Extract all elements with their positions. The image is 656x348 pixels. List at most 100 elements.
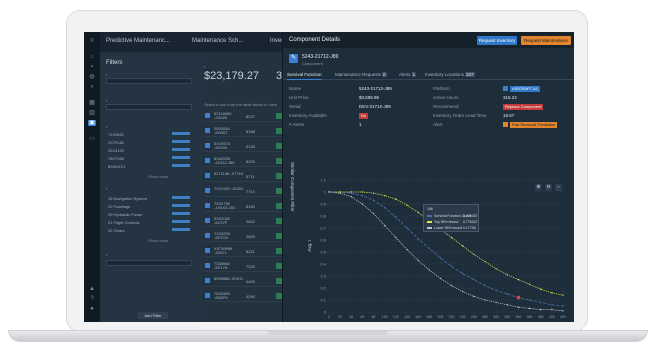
- show-more-link[interactable]: Show more: [148, 238, 168, 243]
- series-point: [462, 290, 464, 293]
- menu-icon[interactable]: ≡: [88, 38, 96, 44]
- grid-icon[interactable]: ▦: [88, 100, 96, 106]
- x-tick-label: 200: [438, 315, 444, 319]
- row-checkbox[interactable]: [205, 158, 210, 163]
- add-filter-button[interactable]: Add Filter: [138, 312, 168, 319]
- series-point: [395, 236, 397, 239]
- row-checkbox[interactable]: [205, 203, 210, 208]
- row-checkbox[interactable]: [205, 173, 210, 178]
- prop-value: DEV-21712-J89: [359, 104, 391, 109]
- row-value: 8160: [246, 204, 255, 209]
- filter-bar: [172, 212, 190, 215]
- row-checkbox[interactable]: [205, 278, 210, 283]
- filter-item[interactable]: 8X8XXX1: [108, 164, 125, 169]
- part-number: 5939858 -9X57L: [214, 276, 244, 281]
- filter-item[interactable]: 32 Gears: [108, 228, 124, 233]
- request-maintenance-button[interactable]: Request Maintenance: [521, 36, 571, 45]
- series-point: [551, 292, 553, 294]
- prop-value: $3,599.95: [359, 95, 380, 100]
- series-point: [428, 247, 430, 250]
- alert-icon[interactable]: ▲: [88, 286, 96, 292]
- show-more-link[interactable]: Show more: [148, 174, 168, 179]
- series-value: 0.776347: [463, 220, 478, 224]
- request-inventory-button[interactable]: Request Inventory: [477, 36, 517, 45]
- series-point: [361, 203, 364, 205]
- user-icon[interactable]: ●: [88, 306, 96, 312]
- row-checkbox[interactable]: [205, 233, 210, 238]
- y-tick-label: 0.1: [320, 298, 326, 303]
- app-screen: ≡ ⌂ ▪ ◍ ⌕ ▦ ▥ ▣ ▭ ▲ ? ● Predictive Maint…: [84, 32, 574, 322]
- tab-maintenance-schedule[interactable]: Maintenance Sch...: [192, 38, 243, 44]
- folder-icon[interactable]: ▪: [88, 64, 96, 70]
- filter-select[interactable]: [106, 78, 192, 84]
- survival-function-chart[interactable]: 0 0.1 0.2 0.3 0.4 0.5 0.6 0.7 0.8 0.9 1 1.1 0 20 40 60 8…: [305, 172, 571, 322]
- similar-component-filter-tab[interactable]: Similar Component Filter: [287, 158, 295, 254]
- filter-item[interactable]: 78X7956: [108, 156, 124, 161]
- series-name: Top 95% bound: [434, 220, 459, 224]
- row-checkbox[interactable]: [205, 263, 210, 268]
- row-checkbox[interactable]: [205, 128, 210, 133]
- kpi-value: $23,179.27: [204, 70, 260, 82]
- highlight-point: [516, 295, 521, 300]
- tab-predictive-maintenance[interactable]: Predictive Maintenanc...: [106, 38, 170, 44]
- filter-item[interactable]: 22 Fuselage: [108, 204, 130, 209]
- filters-panel: Filters ▪ ▪ ▪ 71X0651 2X79181 26X4129 78…: [102, 56, 202, 322]
- row-checkbox[interactable]: [205, 248, 210, 253]
- y-axis-label: Avg. t: [307, 240, 312, 252]
- filter-select[interactable]: [106, 260, 192, 266]
- row-value: 2822: [246, 219, 255, 224]
- table-hint: Select a row from the table below to vie…: [204, 102, 277, 107]
- tab-survival-function[interactable]: Survival Function: [287, 72, 322, 80]
- series-point: [417, 211, 419, 214]
- home-icon[interactable]: ⌂: [88, 54, 96, 60]
- x-tick-label: 400: [549, 315, 555, 319]
- globe-icon[interactable]: ◍: [88, 74, 96, 80]
- filter-item[interactable]: 29 Hydraulic Power: [108, 212, 143, 217]
- tab-alerts[interactable]: Alerts 1: [399, 72, 417, 77]
- filter-label: ▪: [106, 252, 108, 257]
- briefcase-icon[interactable]: ▭: [88, 136, 96, 142]
- row-checkbox[interactable]: [205, 293, 210, 298]
- tab-inventory-locations[interactable]: Inventory Locations 107: [425, 72, 475, 77]
- tooltip-row: Survival Function Curve 0.476367: [427, 214, 478, 218]
- series-point: [450, 236, 453, 239]
- series-point: [384, 194, 386, 197]
- y-tick-label: 0.3: [320, 274, 326, 279]
- row-checkbox[interactable]: [205, 113, 210, 118]
- prop-value: 5243-21712-J89: [359, 86, 392, 91]
- filter-label: ▪: [106, 186, 108, 191]
- row-value: 4260: [246, 294, 255, 299]
- row-checkbox[interactable]: [205, 143, 210, 148]
- row-checkbox[interactable]: [205, 218, 210, 223]
- x-tick-label: 20: [338, 315, 342, 319]
- side-tab-label: Similar Component Filter: [290, 162, 295, 212]
- filter-item[interactable]: 21 Flight Controls: [108, 220, 139, 225]
- y-tick-label: 1: [324, 190, 327, 195]
- chart-icon[interactable]: ▥: [88, 110, 96, 116]
- y-tick-label: 0.4: [320, 262, 326, 267]
- prop-key: Platform: [433, 86, 450, 91]
- series-point: [551, 308, 553, 311]
- app-icon[interactable]: ▣: [88, 120, 96, 126]
- filter-item[interactable]: 26X4129: [108, 148, 124, 153]
- filter-item[interactable]: 71X0651: [108, 132, 124, 137]
- part-number: 5271198 -0771K: [214, 171, 244, 176]
- search-icon[interactable]: ⌕: [88, 84, 96, 90]
- series-value: 0.476367: [463, 214, 478, 218]
- filter-item[interactable]: 18 Navigation System: [108, 196, 147, 201]
- series-point: [339, 192, 341, 194]
- series-point: [372, 199, 375, 202]
- tab-maintenance-requests[interactable]: Maintenance Requests 0: [335, 72, 387, 77]
- filter-select[interactable]: [106, 104, 192, 110]
- series-point: [540, 301, 542, 304]
- help-icon[interactable]: ?: [88, 296, 96, 302]
- filter-bar: [172, 156, 190, 159]
- series-point: [361, 194, 364, 197]
- row-checkbox[interactable]: [205, 188, 210, 193]
- platform-link[interactable]: AIRCRAFT-A1: [510, 86, 541, 92]
- series-point: [339, 191, 341, 193]
- row-value: 7220: [246, 264, 255, 269]
- filter-item[interactable]: 2X79181: [108, 140, 124, 145]
- series-point: [506, 293, 508, 295]
- x-tick-label: 360: [527, 315, 533, 319]
